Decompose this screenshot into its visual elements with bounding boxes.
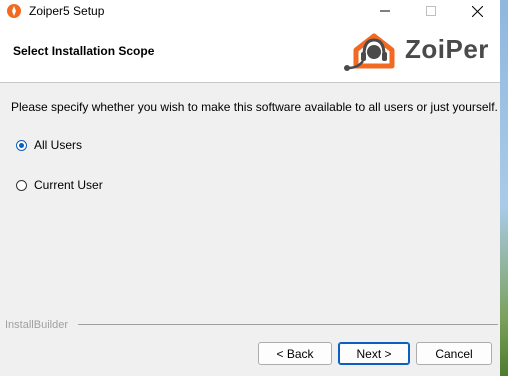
page-title: Select Installation Scope (13, 44, 155, 58)
maximize-button[interactable] (408, 0, 454, 22)
window-title: Zoiper5 Setup (29, 4, 105, 18)
headset-logo-icon (344, 33, 395, 71)
minimize-button[interactable] (362, 0, 408, 22)
current-user-radio[interactable] (16, 179, 27, 191)
title-bar[interactable]: Zoiper5 Setup (0, 0, 500, 22)
minimize-icon (380, 10, 390, 12)
footer-divider (78, 324, 498, 325)
current-user-label: Current User (34, 178, 103, 192)
installbuilder-label: InstallBuilder (5, 319, 68, 331)
close-button[interactable] (454, 0, 500, 22)
cancel-button[interactable]: Cancel (416, 342, 492, 365)
zoiper-app-icon (6, 3, 22, 19)
zoiper-logo: ZoiPer (342, 28, 498, 76)
logo-wordmark: ZoiPer (405, 34, 489, 64)
all-users-label: All Users (34, 138, 83, 152)
all-users-radio[interactable] (16, 139, 27, 151)
back-button[interactable]: < Back (258, 342, 332, 365)
installer-window: Zoiper5 Setup Select Installation Scope (0, 0, 500, 376)
instructions-text: Please specify whether you wish to make … (11, 100, 498, 114)
next-button[interactable]: Next > (338, 342, 410, 365)
maximize-icon (426, 6, 436, 16)
close-icon (471, 5, 483, 17)
wizard-header: Select Installation Scope ZoiPer (0, 22, 500, 83)
option-all-users[interactable]: All Users (16, 138, 82, 152)
option-current-user[interactable]: Current User (16, 178, 103, 192)
